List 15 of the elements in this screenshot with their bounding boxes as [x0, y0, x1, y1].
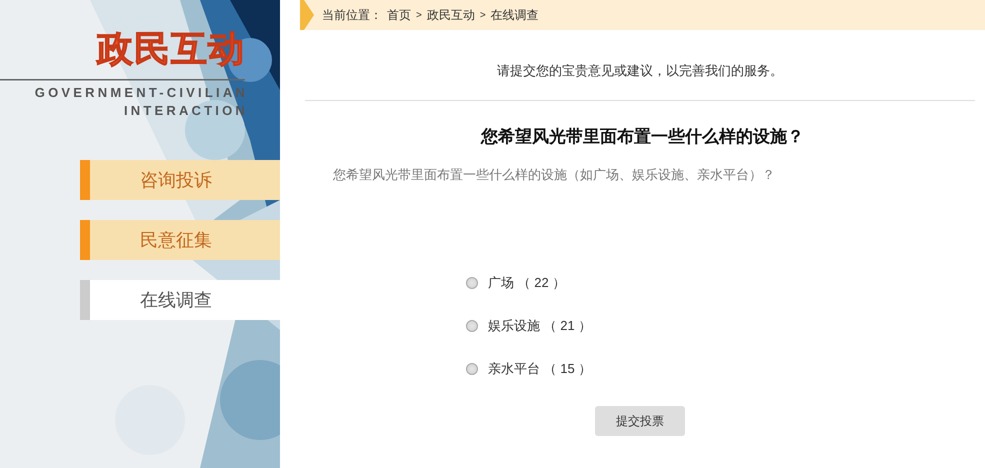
sidebar-item[interactable]: 在线调查: [80, 280, 280, 320]
option-label: 亲水平台 （ 15 ）: [488, 360, 592, 378]
survey-title: 您希望风光带里面布置一些什么样的设施？: [480, 126, 805, 148]
breadcrumb-link[interactable]: 政民互动: [426, 6, 475, 24]
breadcrumb-link[interactable]: 首页: [387, 6, 411, 24]
intro-text: 请提交您的宝贵意见或建议，以完善我们的服务。: [305, 62, 975, 101]
survey-question: 您希望风光带里面布置一些什么样的设施（如广场、娱乐设施、亲水平台）？: [333, 166, 776, 184]
option-label: 广场 （ 22 ）: [488, 274, 566, 292]
submit-button[interactable]: 提交投票: [595, 406, 685, 436]
breadcrumb-link[interactable]: 在线调查: [490, 6, 539, 24]
breadcrumb-label: 当前位置：: [322, 6, 382, 24]
breadcrumb-separator: >: [480, 10, 486, 20]
option-label: 娱乐设施 （ 21 ）: [488, 317, 592, 335]
logo-title: 政民互动: [97, 28, 245, 70]
breadcrumb-separator: >: [416, 10, 422, 20]
